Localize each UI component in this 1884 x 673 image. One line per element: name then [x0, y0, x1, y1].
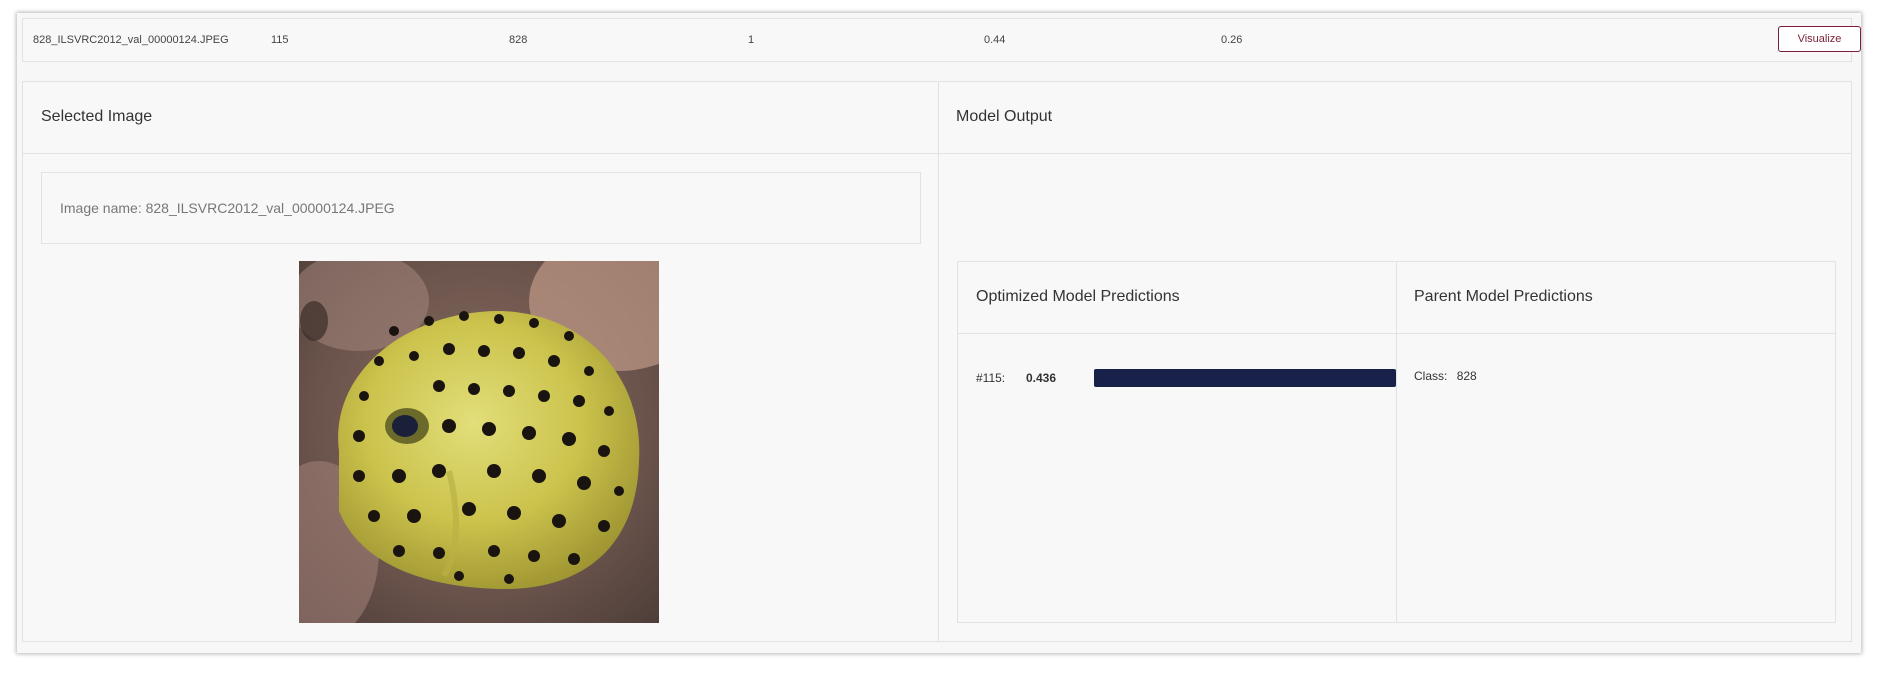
prediction-bar — [1094, 369, 1396, 387]
selected-image-title: Selected Image — [41, 108, 153, 125]
prediction-bar-track — [1094, 369, 1396, 387]
parent-predictions-title: Parent Model Predictions — [1414, 288, 1593, 305]
parent-class-row: Class: 828 — [1414, 369, 1477, 383]
predictions-box: Optimized Model Predictions Parent Model… — [957, 261, 1836, 623]
image-name-box: Image name: 828_ILSVRC2012_val_00000124.… — [41, 172, 921, 244]
image-name-label: Image name: — [60, 200, 142, 216]
parent-class-label: Class: — [1414, 369, 1448, 383]
row-cell-3: 828 — [509, 34, 528, 46]
detail-panel: Selected Image Model Output Image name: … — [22, 81, 1852, 642]
image-name-text: Image name: 828_ILSVRC2012_val_00000124.… — [60, 200, 395, 216]
model-output-title: Model Output — [956, 108, 1053, 125]
results-table-row: 828_ILSVRC2012_val_00000124.JPEG 115 828… — [22, 18, 1861, 62]
row-cell-4: 1 — [748, 34, 755, 46]
header-divider — [23, 153, 1851, 154]
predictions-divider — [1396, 262, 1397, 622]
selected-image-preview — [299, 261, 659, 623]
visualize-button[interactable]: Visualize — [1778, 26, 1861, 52]
boxfish-image — [299, 261, 659, 623]
row-cell-5: 0.44 — [984, 34, 1006, 46]
prediction-class-label: #115: — [976, 371, 1006, 385]
image-name-value: 828_ILSVRC2012_val_00000124.JPEG — [145, 200, 395, 216]
parent-class-value: 828 — [1456, 369, 1477, 383]
row-image-name: 828_ILSVRC2012_val_00000124.JPEG — [33, 34, 229, 46]
predictions-header-divider — [958, 333, 1835, 334]
prediction-score: 0.436 — [1026, 371, 1057, 385]
row-cell-6: 0.26 — [1221, 34, 1243, 46]
panel-divider — [938, 82, 939, 641]
row-cell-2: 115 — [271, 34, 289, 46]
optimized-predictions-title: Optimized Model Predictions — [976, 288, 1180, 305]
